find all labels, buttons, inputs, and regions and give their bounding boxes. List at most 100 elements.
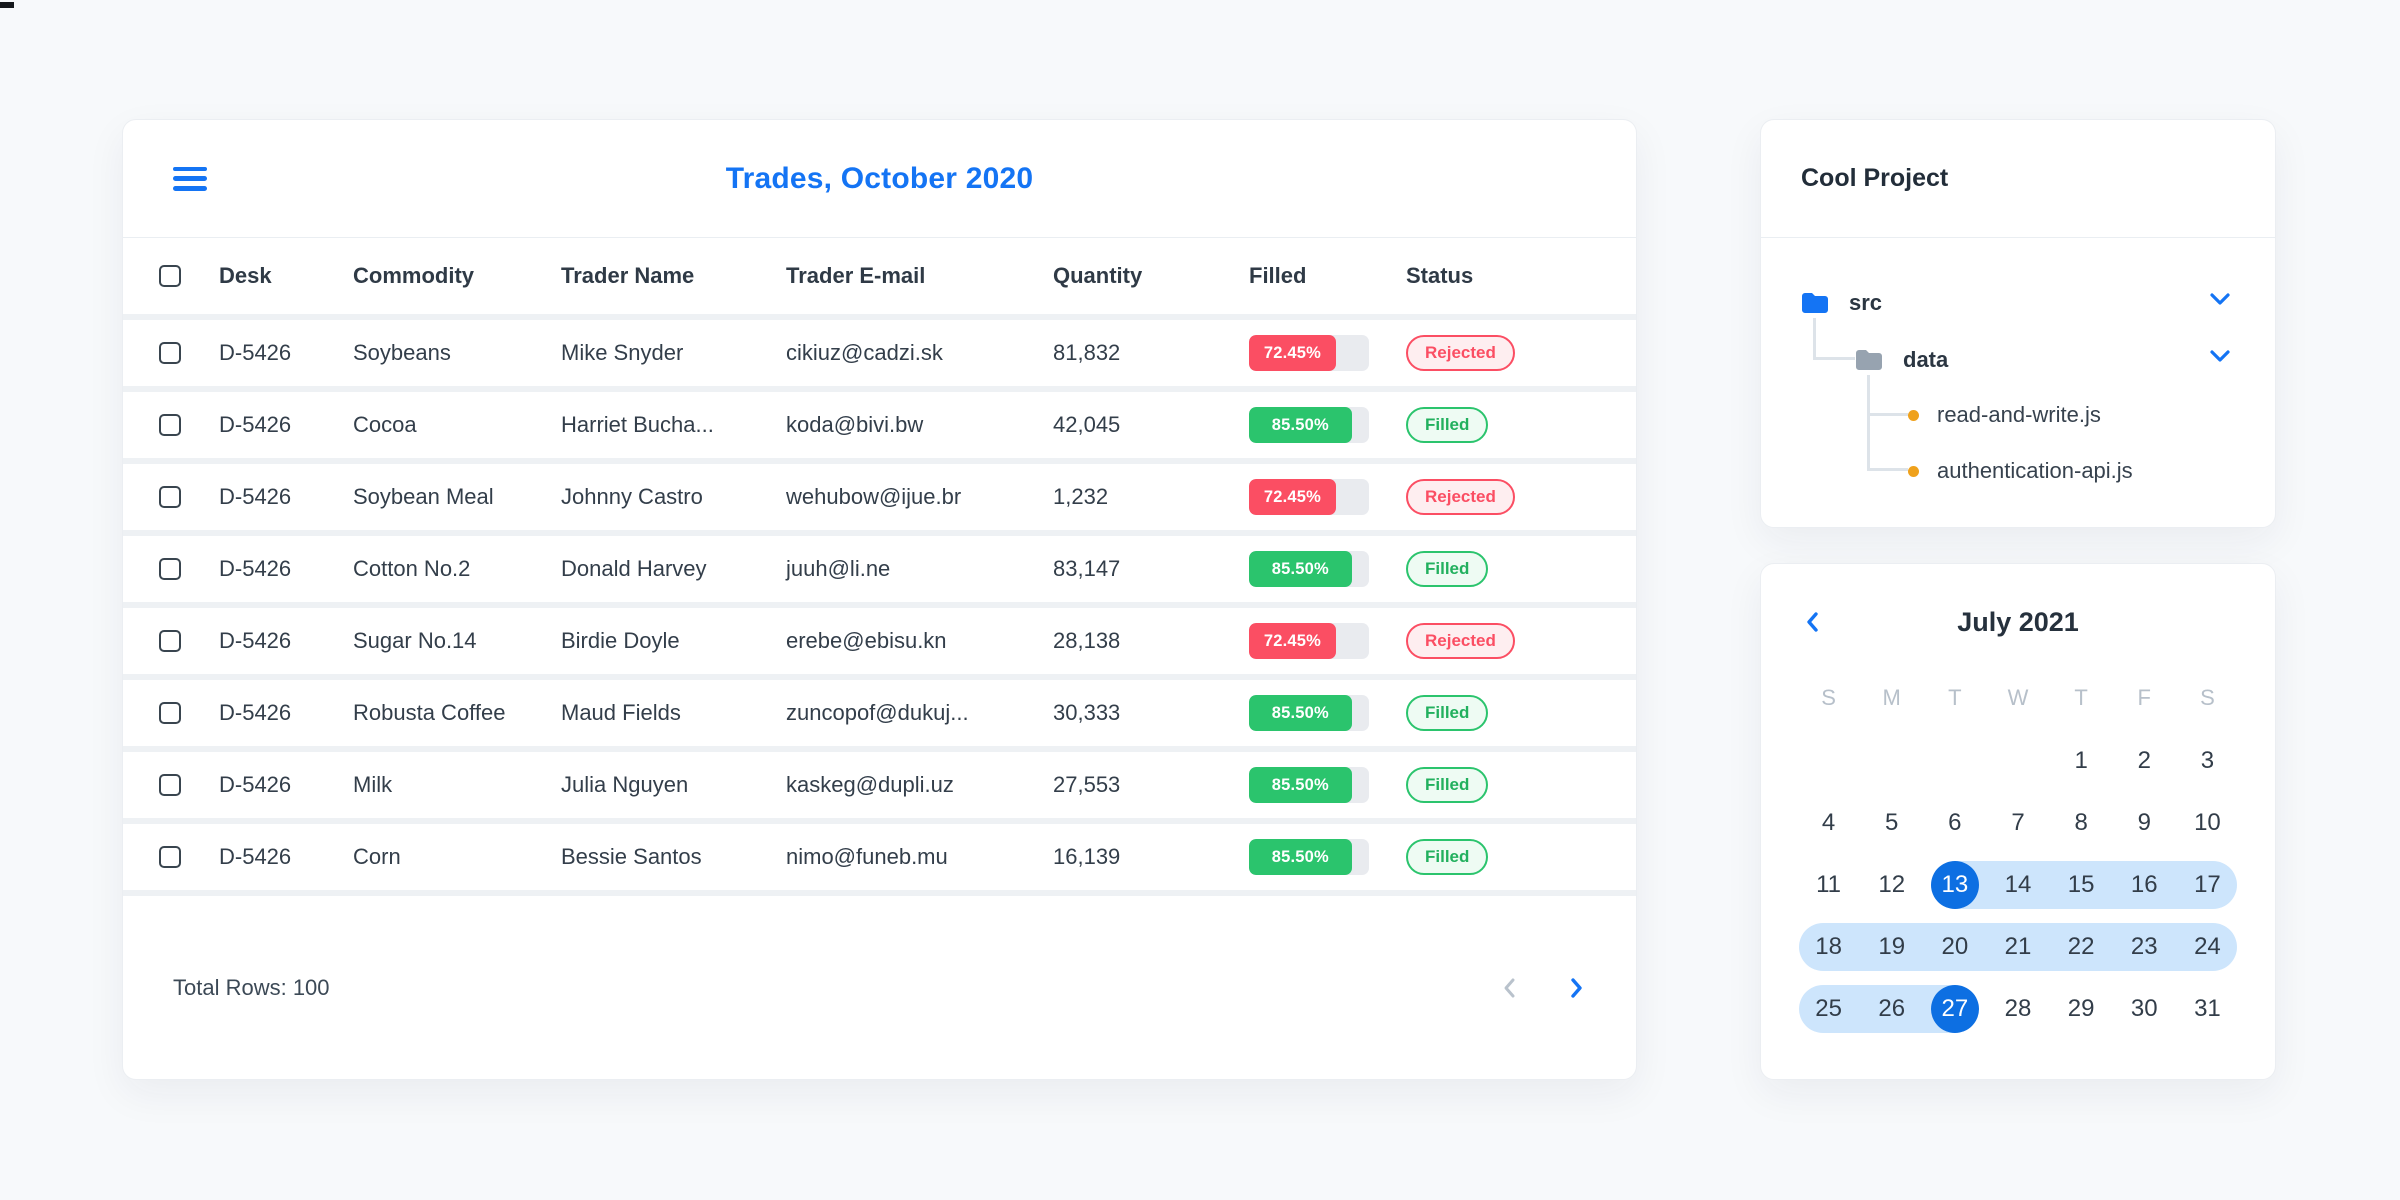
calendar-day-16[interactable]: 16 <box>2112 854 2176 916</box>
chevron-down-icon[interactable] <box>2209 349 2231 368</box>
day-number: 29 <box>2067 995 2095 1022</box>
row-checkbox[interactable] <box>159 630 181 652</box>
email-cell: wehubow@ijue.br <box>786 484 962 509</box>
status-badge: Rejected <box>1406 623 1515 659</box>
calendar-day-15[interactable]: 15 <box>2049 854 2113 916</box>
calendar-day-23[interactable]: 23 <box>2112 916 2176 978</box>
calendar-day-17[interactable]: 17 <box>2175 854 2239 916</box>
email-cell: juuh@li.ne <box>786 556 891 581</box>
row-checkbox[interactable] <box>159 702 181 724</box>
calendar-day-26[interactable]: 26 <box>1860 978 1924 1040</box>
tree-node-src[interactable]: src <box>1801 278 1882 328</box>
tree-connector <box>1867 468 1908 471</box>
calendar-day-headers: S M T W T F S <box>1797 674 2239 722</box>
day-number: 8 <box>2074 809 2088 836</box>
day-header: S <box>1821 685 1836 710</box>
calendar-day-1[interactable]: 1 <box>2050 730 2113 792</box>
file-tree: src data read-and-write.js authenticatio… <box>1761 238 2275 528</box>
filled-progress-bar: 85.50% <box>1249 839 1369 875</box>
table-row: D-5426 Soybeans Mike Snyder cikiuz@cadzi.sk… <box>123 320 1636 392</box>
day-number: 12 <box>1878 871 1906 898</box>
calendar-title: July 2021 <box>1957 606 2079 637</box>
calendar-card: July 2021 S M T W T F S 1 2 3 4 5 6 7 8 9 10 11 12 1… <box>1760 563 2276 1080</box>
chevron-left-icon[interactable] <box>1805 574 1820 670</box>
chevron-down-icon[interactable] <box>2209 292 2231 311</box>
pagination <box>1500 975 1586 1001</box>
commodity-cell: Corn <box>353 844 401 869</box>
trader-cell: Birdie Doyle <box>561 628 680 653</box>
day-number: 19 <box>1878 933 1906 960</box>
day-number: 15 <box>2067 871 2095 898</box>
calendar-day-6[interactable]: 6 <box>1923 792 1986 854</box>
calendar-day-29[interactable]: 29 <box>2050 978 2113 1040</box>
row-checkbox[interactable] <box>159 414 181 436</box>
day-number: 14 <box>2004 871 2032 898</box>
email-cell: nimo@funeb.mu <box>786 844 948 869</box>
calendar-day-7[interactable]: 7 <box>1986 792 2049 854</box>
tree-node-file[interactable]: read-and-write.js <box>1908 390 2101 440</box>
status-cell: Rejected <box>1406 623 1636 659</box>
calendar-day-19[interactable]: 19 <box>1860 916 1924 978</box>
calendar-day-10[interactable]: 10 <box>2176 792 2239 854</box>
status-cell: Rejected <box>1406 335 1636 371</box>
calendar-day-22[interactable]: 22 <box>2049 916 2113 978</box>
calendar-day-21[interactable]: 21 <box>1986 916 2050 978</box>
calendar-day-8[interactable]: 8 <box>2050 792 2113 854</box>
filled-progress-value: 85.50% <box>1249 695 1352 731</box>
calendar-day-2[interactable]: 2 <box>2113 730 2176 792</box>
calendar-day-5[interactable]: 5 <box>1860 792 1923 854</box>
tree-node-file[interactable]: authentication-api.js <box>1908 446 2133 496</box>
calendar-day-9[interactable]: 9 <box>2113 792 2176 854</box>
row-checkbox[interactable] <box>159 774 181 796</box>
calendar-day-20[interactable]: 20 <box>1923 916 1987 978</box>
trader-cell: Mike Snyder <box>561 340 684 365</box>
calendar-day-3[interactable]: 3 <box>2176 730 2239 792</box>
chevron-right-icon[interactable] <box>1566 975 1586 1001</box>
row-checkbox[interactable] <box>159 846 181 868</box>
filled-progress-bar: 85.50% <box>1249 695 1369 731</box>
day-number: 24 <box>2194 933 2221 960</box>
trader-cell: Julia Nguyen <box>561 772 689 797</box>
select-all-checkbox[interactable] <box>159 265 181 287</box>
quantity-cell: 28,138 <box>1053 628 1121 653</box>
desk-cell: D-5426 <box>219 628 292 653</box>
calendar-day-25[interactable]: 25 <box>1797 978 1861 1040</box>
calendar-grid: 1 2 3 4 5 6 7 8 9 10 11 12 13 14 15 16 17 18 19 20 21 22 23 24 2… <box>1797 730 2239 1040</box>
calendar-day-27[interactable]: 27 <box>1923 978 1986 1040</box>
status-badge: Rejected <box>1406 335 1515 371</box>
status-badge: Filled <box>1406 551 1489 587</box>
quantity-cell: 42,045 <box>1053 412 1121 437</box>
row-checkbox[interactable] <box>159 558 181 580</box>
calendar-day-14[interactable]: 14 <box>1986 854 2050 916</box>
calendar-day-11[interactable]: 11 <box>1797 854 1860 916</box>
day-number: 10 <box>2194 809 2221 836</box>
calendar-day-24[interactable]: 24 <box>2175 916 2239 978</box>
quantity-cell: 81,832 <box>1053 340 1121 365</box>
desk-cell: D-5426 <box>219 556 292 581</box>
row-checkbox[interactable] <box>159 486 181 508</box>
calendar-day-12[interactable]: 12 <box>1860 854 1923 916</box>
quantity-cell: 30,333 <box>1053 700 1121 725</box>
orange-dot-icon <box>1908 465 1919 477</box>
email-cell: koda@bivi.bw <box>786 412 924 437</box>
row-checkbox[interactable] <box>159 342 181 364</box>
calendar-day-30[interactable]: 30 <box>2113 978 2176 1040</box>
tree-connector <box>1867 413 1908 416</box>
column-header-quantity: Quantity <box>1053 263 1143 288</box>
tree-node-data[interactable]: data <box>1855 335 1948 385</box>
calendar-day-4[interactable]: 4 <box>1797 792 1860 854</box>
calendar-day-28[interactable]: 28 <box>1986 978 2049 1040</box>
tree-node-label: authentication-api.js <box>1937 458 2133 483</box>
column-header-email: Trader E-mail <box>786 263 926 288</box>
calendar-week-row: 4 5 6 7 8 9 10 <box>1797 792 2239 854</box>
day-number: 22 <box>2067 933 2095 960</box>
day-number: 16 <box>2130 871 2158 898</box>
calendar-day-18[interactable]: 18 <box>1797 916 1861 978</box>
screen-artifact <box>0 2 14 8</box>
calendar-day-31[interactable]: 31 <box>2176 978 2239 1040</box>
calendar-day-13[interactable]: 13 <box>1923 854 1987 916</box>
tree-connector <box>1867 375 1870 471</box>
calendar-day-empty <box>1923 730 1986 792</box>
chevron-left-icon[interactable] <box>1500 975 1520 1001</box>
calendar-header: July 2021 <box>1761 574 2275 670</box>
